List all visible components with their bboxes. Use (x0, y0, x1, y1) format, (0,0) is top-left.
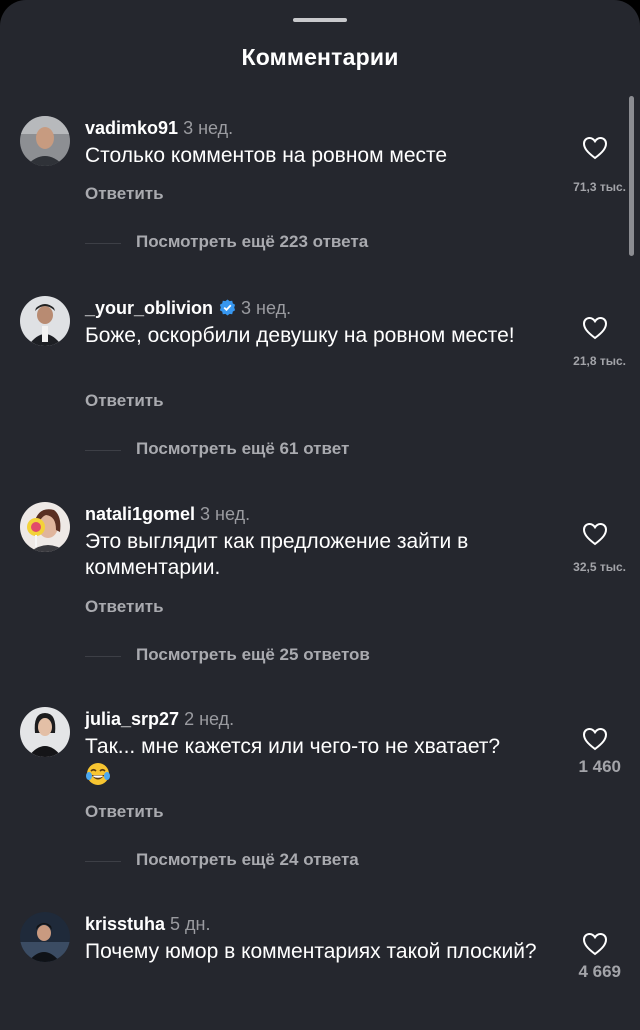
avatar-image (20, 116, 70, 166)
comment-text: Это выглядит как предложение зайти в ком… (85, 530, 469, 579)
verified-badge-icon (219, 299, 236, 316)
avatar[interactable] (20, 912, 70, 962)
tears-of-joy-emoji (86, 763, 110, 785)
avatar-image (20, 502, 70, 552)
like-count: 32,5 тыс. (573, 560, 626, 574)
avatar[interactable] (20, 707, 70, 757)
avatar-image (20, 707, 70, 757)
reply-button[interactable]: Ответить (85, 802, 164, 822)
like-count: 1 460 (578, 757, 621, 776)
reply-button[interactable]: Ответить (85, 597, 164, 617)
heart-icon[interactable] (582, 136, 608, 160)
heart-icon[interactable] (582, 316, 608, 340)
avatar[interactable] (20, 116, 70, 166)
username[interactable]: julia_srp27 (85, 709, 179, 729)
timestamp: 3 нед. (200, 504, 251, 524)
comments-sheet: Комментарии vadimko91 3 нед. Столько комм… (0, 0, 640, 1030)
heart-icon[interactable] (582, 727, 608, 751)
comment-meta: _your_oblivion 3 нед. (85, 297, 291, 319)
divider-line (85, 861, 121, 862)
view-replies-button[interactable]: Посмотреть ещё 61 ответ (85, 439, 485, 461)
view-replies-button[interactable]: Посмотреть ещё 25 ответов (85, 645, 485, 667)
sheet-title: Комментарии (241, 44, 399, 70)
avatar[interactable] (20, 502, 70, 552)
comment-meta: vadimko91 3 нед. (85, 117, 233, 139)
comment-meta: julia_srp27 2 нед. (85, 708, 234, 730)
reply-button[interactable]: Ответить (85, 391, 164, 411)
like-count: 71,3 тыс. (573, 180, 626, 194)
divider-line (85, 656, 121, 657)
view-replies-label: Посмотреть ещё 24 ответа (136, 850, 359, 869)
comment-text-block: Так... мне кажется или чего-то не хватае… (85, 734, 555, 787)
comment-text: Почему юмор в комментариях такой плоский… (85, 940, 537, 963)
view-replies-label: Посмотреть ещё 223 ответа (136, 232, 369, 251)
timestamp: 3 нед. (241, 298, 292, 318)
avatar[interactable] (20, 296, 70, 346)
username[interactable]: vadimko91 (85, 118, 178, 138)
divider-line (85, 450, 121, 451)
drag-handle[interactable] (293, 18, 347, 22)
heart-icon[interactable] (582, 522, 608, 546)
like-count: 4 669 (578, 962, 621, 981)
comment-text: Боже, оскорбили девушку на ровном месте! (85, 324, 515, 347)
username[interactable]: _your_oblivion (85, 298, 213, 318)
view-replies-label: Посмотреть ещё 25 ответов (136, 645, 370, 664)
comment-text: Так... мне кажется или чего-то не хватае… (85, 735, 501, 758)
timestamp: 2 нед. (184, 709, 235, 729)
username[interactable]: krisstuha (85, 914, 165, 934)
comment-text: Столько комментов на ровном месте (85, 144, 448, 167)
reply-button[interactable]: Ответить (85, 184, 164, 204)
comment-meta: natali1gomel 3 нед. (85, 503, 250, 525)
view-replies-label: Посмотреть ещё 61 ответ (136, 439, 350, 458)
heart-icon[interactable] (582, 932, 608, 956)
scrollbar[interactable] (629, 96, 634, 256)
timestamp: 5 дн. (170, 914, 211, 934)
view-replies-button[interactable]: Посмотреть ещё 223 ответа (85, 232, 485, 254)
comment-meta: krisstuha 5 дн. (85, 913, 211, 935)
like-count: 21,8 тыс. (573, 354, 626, 368)
avatar-image (20, 912, 70, 962)
username[interactable]: natali1gomel (85, 504, 195, 524)
view-replies-button[interactable]: Посмотреть ещё 24 ответа (85, 850, 485, 872)
avatar-image (20, 296, 70, 346)
timestamp: 3 нед. (183, 118, 234, 138)
divider-line (85, 243, 121, 244)
